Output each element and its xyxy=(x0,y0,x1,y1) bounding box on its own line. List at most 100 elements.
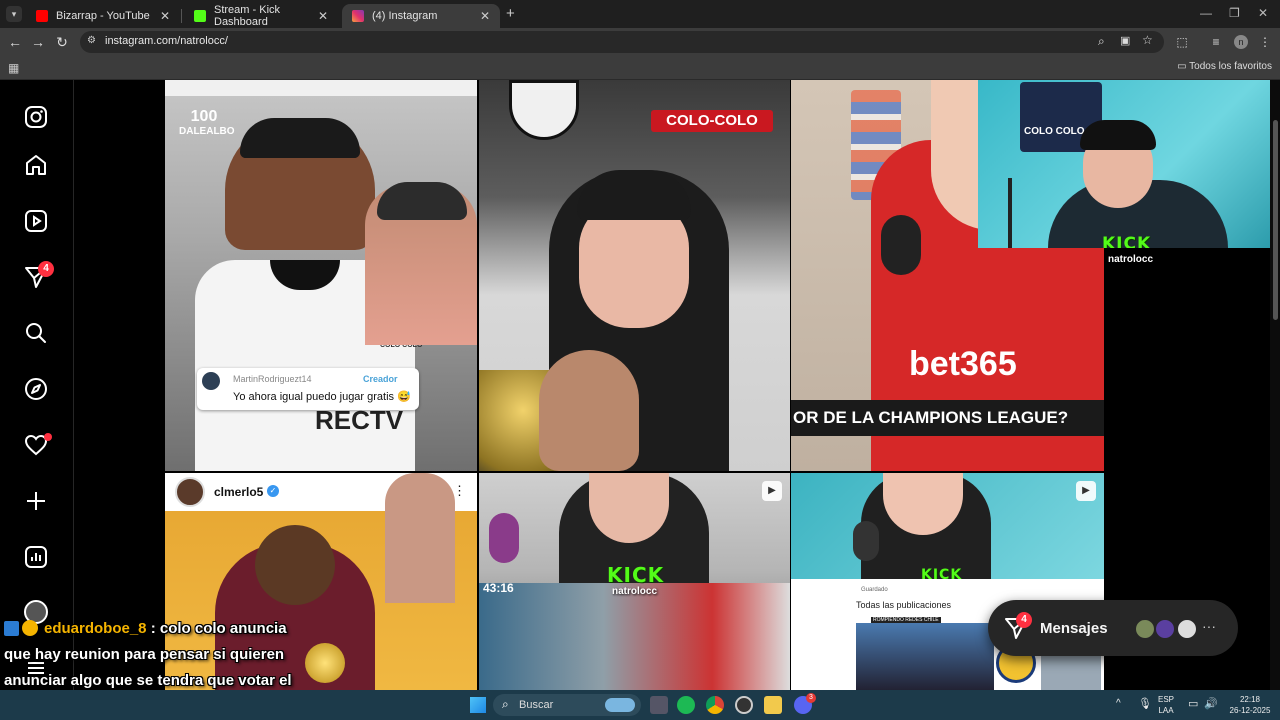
scoreboard-text: 43:16 xyxy=(483,581,514,595)
tab-title: (4) Instagram xyxy=(372,10,438,22)
file-explorer-icon[interactable] xyxy=(764,696,782,714)
reels-icon[interactable] xyxy=(22,207,50,235)
chat-platform-icon xyxy=(4,621,19,636)
comment-bubble: MartinRodriguezt14 Creador Yo ahora igua… xyxy=(197,368,419,410)
spotify-icon[interactable] xyxy=(677,696,695,714)
camera-tripod xyxy=(1008,178,1012,248)
chat-username: eduardoboe_8 xyxy=(44,620,147,637)
messages-panel-button[interactable]: 4 Mensajes ··· xyxy=(988,600,1238,656)
more-options-icon[interactable]: ⋮ xyxy=(453,483,466,499)
poster-text: COLO COLO xyxy=(1024,126,1085,137)
chat-line: anunciar algo que se tendra que votar el xyxy=(4,672,292,689)
tab-kick[interactable]: Stream - Kick Dashboard ✕ xyxy=(184,4,338,28)
verified-icon: ✓ xyxy=(267,485,279,497)
reload-button[interactable]: ↻ xyxy=(53,33,71,51)
back-button[interactable]: ← xyxy=(6,33,24,51)
menu-icon[interactable]: ⋮ xyxy=(1257,34,1273,50)
chrome-icon[interactable] xyxy=(706,696,724,714)
messages-badge: 4 xyxy=(1016,612,1032,628)
chat-line: eduardoboe_8 : colo colo anuncia xyxy=(44,620,287,637)
forward-button[interactable]: → xyxy=(29,33,47,51)
avatar xyxy=(1176,618,1198,640)
close-icon[interactable]: ✕ xyxy=(318,9,328,23)
apps-grid-icon[interactable]: ▦ xyxy=(8,61,19,75)
anniversary-brand: DALEALBO xyxy=(179,126,235,137)
obs-icon[interactable] xyxy=(735,696,753,714)
all-bookmarks-folder[interactable]: ▭ Todos los favoritos xyxy=(1177,61,1272,72)
comment-username: MartinRodriguezt14 xyxy=(233,374,312,384)
create-icon[interactable] xyxy=(22,487,50,515)
tab-instagram[interactable]: (4) Instagram ✕ xyxy=(342,4,500,28)
start-icon[interactable] xyxy=(470,697,486,713)
new-tab-button[interactable]: + xyxy=(506,5,515,22)
search-label: Buscar xyxy=(519,699,554,711)
tray-overflow-icon[interactable]: ^ xyxy=(1116,698,1121,709)
profile-avatar[interactable]: n xyxy=(1234,35,1248,49)
tab-title: Stream - Kick Dashboard xyxy=(214,4,281,28)
language-indicator[interactable]: ESP LAA xyxy=(1158,694,1174,716)
search-highlight-icon xyxy=(605,698,635,712)
microphone-icon[interactable]: 🎙 xyxy=(1138,697,1152,710)
site-info-icon[interactable]: ⚙ xyxy=(87,35,96,46)
microphone xyxy=(881,215,921,275)
reel-icon: ▶ xyxy=(762,481,782,501)
avatar xyxy=(1134,618,1156,640)
bookmark-star-icon[interactable]: ☆ xyxy=(1142,33,1153,47)
post-username: clmerlo5 xyxy=(214,485,264,499)
tab-separator xyxy=(181,9,182,23)
close-window-button[interactable]: ✕ xyxy=(1258,6,1268,20)
comment-role: Creador xyxy=(363,374,398,384)
folder-icon: ▭ xyxy=(1177,61,1187,72)
browser-tab-strip: ▾ Bizarrap - YouTube ✕ Stream - Kick Das… xyxy=(0,0,1280,28)
folder-label: Todos los favoritos xyxy=(1189,61,1272,72)
microphone xyxy=(489,513,519,563)
task-view-icon[interactable] xyxy=(650,696,668,714)
post-top-strip xyxy=(165,80,477,96)
kick-channel: natrolocc xyxy=(612,586,658,597)
streamer-hair xyxy=(1080,120,1156,150)
post-thumbnail[interactable]: KICK Guardado Todas las publicaciones RO… xyxy=(791,473,1104,690)
clock-time: 22:18 xyxy=(1239,695,1261,704)
instagram-sidebar: 4 xyxy=(0,80,74,690)
close-icon[interactable]: ✕ xyxy=(160,9,170,23)
post-thumbnail[interactable]: 100 DALEALBO COLO COLO RECTV MartinRodri… xyxy=(165,80,477,471)
page-back-label: Guardado xyxy=(861,587,888,593)
anniversary-number: 100 xyxy=(190,108,218,125)
cast-icon[interactable]: ▣ xyxy=(1120,34,1130,47)
instagram-logo-icon[interactable] xyxy=(22,103,50,131)
player-hair xyxy=(240,118,360,158)
messages-badge: 4 xyxy=(38,261,54,277)
messages-label: Mensajes xyxy=(1040,620,1108,637)
chat-text: : colo colo anuncia xyxy=(150,620,287,637)
comment-text: Yo ahora igual puedo jugar gratis 😅 xyxy=(233,391,411,403)
browser-toolbar: ← → ↻ ⚙ instagram.com/natrolocc/ ⌕ ▣ ☆ ⬚… xyxy=(0,28,1280,56)
minimize-button[interactable]: — xyxy=(1200,6,1212,20)
more-icon[interactable]: ··· xyxy=(1202,618,1216,634)
caption-text: OR DE LA CHAMPIONS LEAGUE? xyxy=(793,408,1069,427)
club-crest xyxy=(509,80,579,140)
post-thumbnail[interactable]: COLO-COLO xyxy=(479,80,790,471)
tab-youtube[interactable]: Bizarrap - YouTube ✕ xyxy=(26,4,180,28)
maximize-button[interactable]: ❐ xyxy=(1229,6,1240,20)
explore-icon[interactable] xyxy=(22,375,50,403)
reading-list-icon[interactable]: ≡ xyxy=(1208,34,1224,50)
post-thumbnail[interactable]: 43:16 KICK natrolocc ▶ xyxy=(479,473,790,690)
tab-search-button[interactable]: ▾ xyxy=(6,6,22,22)
address-bar[interactable]: ⚙ instagram.com/natrolocc/ ⌕ ▣ ☆ xyxy=(80,31,1164,53)
volume-icon[interactable]: 🔊 xyxy=(1204,697,1218,710)
zoom-icon[interactable]: ⌕ xyxy=(1098,34,1105,49)
creator-cam-figure xyxy=(385,473,455,603)
language-code: ESP xyxy=(1158,695,1175,704)
scrollbar-thumb[interactable] xyxy=(1273,120,1278,320)
streamer-hair xyxy=(577,170,691,220)
taskbar-search[interactable]: ⌕ Buscar xyxy=(493,694,641,716)
insights-icon[interactable] xyxy=(22,543,50,571)
home-icon[interactable] xyxy=(22,151,50,179)
close-icon[interactable]: ✕ xyxy=(480,9,490,23)
match-footage xyxy=(479,583,790,690)
network-icon[interactable]: ▭ xyxy=(1188,697,1198,710)
search-icon[interactable] xyxy=(22,319,50,347)
clock[interactable]: 22:18 26-12-2025 xyxy=(1224,694,1276,716)
extensions-icon[interactable]: ⬚ xyxy=(1174,34,1190,50)
clock-date: 26-12-2025 xyxy=(1229,706,1271,715)
